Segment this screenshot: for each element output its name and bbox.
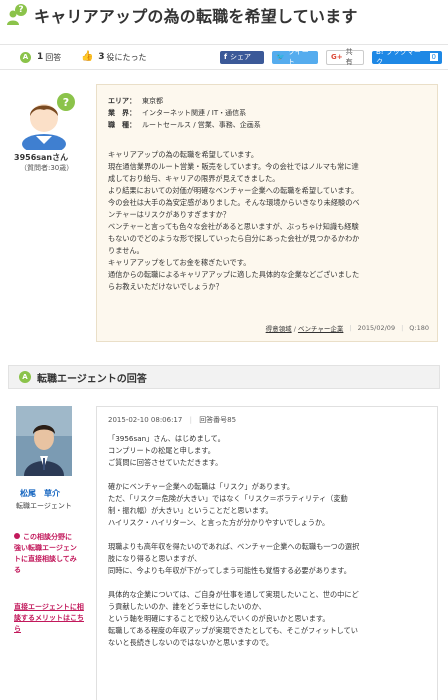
bullet-icon (14, 533, 20, 539)
title-row: ? キャリアアップの為の転職を希望しています (6, 2, 442, 28)
asker-name: 3956sanさん (14, 153, 69, 162)
thumbs-up-icon: 👍 (81, 51, 94, 62)
area-label: エリア： (108, 97, 136, 105)
svg-text:?: ? (63, 96, 69, 109)
question-box: エリア： 東京都 業 界： インターネット関連 / IT・通信系 職 種： ルートセー… (96, 84, 438, 342)
twitter-icon: 🐦 (276, 53, 285, 61)
answers-count-label: 回答 (45, 52, 62, 62)
answer-meta: 2015-02-10 08:06:17 | 回答番号85 (108, 416, 237, 424)
facebook-icon: f (224, 53, 228, 61)
facebook-share-button[interactable]: f シェア (220, 50, 264, 64)
question-number: Q:180 (409, 324, 429, 332)
hatena-bookmark-button[interactable]: B! ブックマーク 0 (372, 48, 442, 66)
share-buttons: f シェア 🐦 ツイート G+ 共有 B! ブックマーク 0 (220, 48, 442, 66)
helpful-count-number: 3 (98, 52, 105, 62)
answer-datetime: 2015-02-10 08:06:17 (108, 416, 183, 424)
question-footer: 得意領域 / ベンチャー企業 | 2015/02/09 | Q:180 (265, 324, 429, 333)
answers-count-number: 1 (37, 52, 44, 62)
helpful-count-label: 役にたった (106, 52, 147, 62)
google-share-button[interactable]: G+ 共有 (326, 48, 364, 66)
meta-bar: A 1 回答 👍 3 役にたった f シェア 🐦 ツイート G+ 共有 B! ブックマ… (0, 44, 448, 70)
agent-consult-link[interactable]: この相談分野に強い転職エージェントに直接相談してみる (14, 532, 78, 576)
area-value: 東京都 (142, 97, 163, 105)
agent-role: 転職エージェント (16, 502, 72, 510)
industry-label: 業 界： (108, 109, 136, 117)
answer-box: 2015-02-10 08:06:17 | 回答番号85 「3956san」さん… (96, 406, 438, 700)
google-plus-icon: G+ (331, 53, 343, 61)
job-value: ルートセールス / 営業、事務、企画系 (142, 121, 261, 129)
asker-age: （質問者:30歳） (20, 164, 74, 172)
twitter-tweet-button[interactable]: 🐦 ツイート (272, 48, 318, 66)
agent-name[interactable]: 松尾 草介 (20, 488, 60, 499)
question-person-icon: ? (6, 4, 28, 26)
answer-icon: A (19, 371, 31, 383)
question-body: キャリアアップの為の転職を希望しています。 現在通信業界のルート営業・販売をして… (108, 150, 360, 291)
question-meta: エリア： 東京都 業 界： インターネット関連 / IT・通信系 職 種： ルートセー… (108, 95, 261, 131)
question-date: 2015/02/09 (357, 324, 396, 332)
job-label: 職 種： (108, 121, 136, 129)
answer-number: 回答番号85 (199, 416, 237, 424)
asker-avatar: ? (18, 88, 78, 154)
answer-icon: A (20, 51, 31, 63)
answer-body: 「3956san」さん、はじめまして。 コンプリートの松尾と申します。 ご質問に… (108, 434, 360, 647)
tag-venture-link[interactable]: ベンチャー企業 (298, 325, 343, 333)
tag-specialty-link[interactable]: 得意領域 (266, 325, 292, 333)
agent-photo[interactable] (16, 406, 72, 476)
industry-value: インターネット関連 / IT・通信系 (142, 109, 247, 117)
answers-count: A 1 回答 (20, 51, 62, 63)
answer-section-header: A 転職エージェントの回答 (8, 365, 440, 389)
agent-merit-link[interactable]: 直接エージェントに相談するメリットはこちら (14, 602, 86, 635)
page-title: キャリアアップの為の転職を希望しています (34, 7, 358, 26)
answer-section-title: 転職エージェントの回答 (37, 373, 147, 385)
helpful-count[interactable]: 👍 3 役にたった (81, 52, 146, 63)
